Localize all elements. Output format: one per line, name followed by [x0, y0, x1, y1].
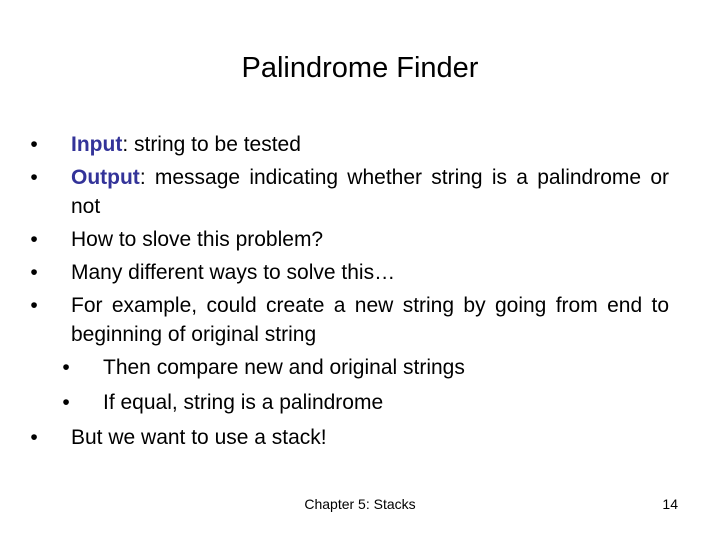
bullet-keyword: Input — [71, 133, 123, 156]
bullet-text: For example, could create a new string b… — [71, 294, 669, 346]
bullet-text: Then compare new and original strings — [103, 356, 465, 379]
page-number: 14 — [662, 496, 678, 512]
bullet-icon: • — [30, 133, 38, 156]
bullet-icon: • — [30, 261, 38, 284]
slide-title: Palindrome Finder — [241, 52, 479, 84]
bullet-text: How to slove this problem? — [71, 228, 324, 251]
bullet-icon: • — [30, 166, 38, 189]
bullet-list: • Input: string to be tested • Output: m… — [26, 130, 669, 456]
bullet-item: • Output: message indicating whether str… — [26, 163, 669, 221]
bullet-text: : string to be tested — [122, 133, 301, 156]
bullet-item: • For example, could create a new string… — [26, 291, 669, 349]
bullet-keyword: Output — [71, 166, 140, 189]
bullet-item: • But we want to use a stack! — [26, 423, 669, 452]
bullet-icon: • — [62, 391, 70, 414]
bullet-item: • Input: string to be tested — [26, 130, 669, 159]
bullet-text: Many different ways to solve this… — [71, 261, 396, 284]
bullet-text: But we want to use a stack! — [71, 426, 327, 449]
bullet-text: If equal, string is a palindrome — [103, 391, 384, 414]
footer-chapter: Chapter 5: Stacks — [304, 496, 416, 512]
bullet-icon: • — [30, 426, 38, 449]
sub-bullet-item: • Then compare new and original strings — [26, 353, 669, 382]
bullet-item: • How to slove this problem? — [26, 225, 669, 254]
bullet-icon: • — [62, 356, 70, 379]
bullet-icon: • — [30, 294, 38, 317]
bullet-text: : message indicating whether string is a… — [71, 166, 669, 218]
bullet-icon: • — [30, 228, 38, 251]
bullet-item: • Many different ways to solve this… — [26, 258, 669, 287]
sub-bullet-item: • If equal, string is a palindrome — [26, 388, 669, 417]
